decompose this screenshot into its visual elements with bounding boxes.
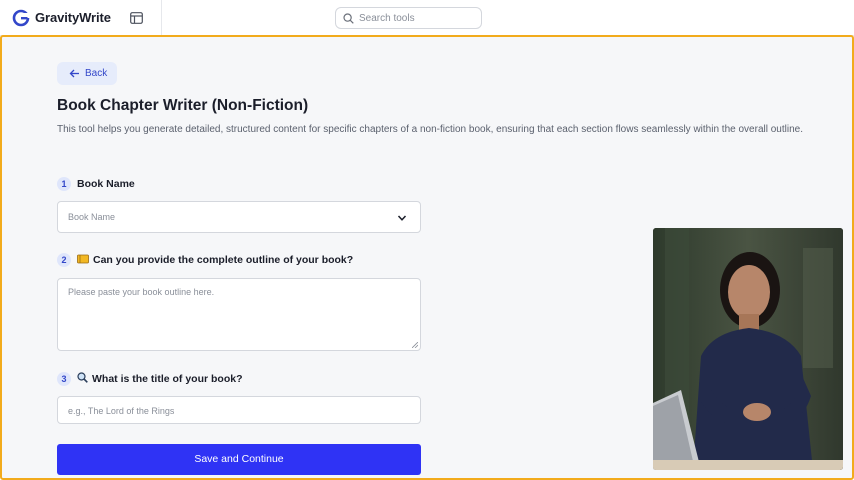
presenter-image <box>653 228 843 470</box>
app-name[interactable]: GravityWrite <box>35 10 111 25</box>
step-title: What is the title of your book? <box>92 373 243 385</box>
search-icon <box>343 13 354 24</box>
arrow-left-icon <box>69 69 79 78</box>
magnifier-icon <box>77 372 88 386</box>
outline-placeholder: Please paste your book outline here. <box>68 287 215 297</box>
search-box[interactable] <box>335 7 482 29</box>
chevron-down-icon[interactable] <box>397 213 407 223</box>
page-title: Book Chapter Writer (Non-Fiction) <box>57 97 309 114</box>
book-name-select[interactable]: Book Name <box>57 201 421 233</box>
presenter-webcam-video <box>653 228 843 470</box>
book-title-placeholder: e.g., The Lord of the Rings <box>68 406 175 416</box>
notebook-icon <box>77 254 89 267</box>
step-title: Can you provide the complete outline of … <box>93 254 354 266</box>
save-and-continue-button[interactable]: Save and Continue <box>57 444 421 475</box>
top-bar: GravityWrite <box>0 0 854 36</box>
step-number: 3 <box>57 372 71 386</box>
search-input[interactable] <box>359 10 477 26</box>
page-description: This tool helps you generate detailed, s… <box>57 124 803 135</box>
step-number: 1 <box>57 177 71 191</box>
step-1-label: 1 Book Name <box>57 177 135 191</box>
resize-handle-icon[interactable] <box>412 342 418 348</box>
panel-icon[interactable] <box>130 12 143 24</box>
gravitywrite-logo-icon[interactable] <box>12 9 30 27</box>
step-title: Book Name <box>77 178 135 190</box>
outline-textarea[interactable]: Please paste your book outline here. <box>57 278 421 351</box>
logo-block: GravityWrite <box>0 0 162 36</box>
step-number: 2 <box>57 253 71 267</box>
back-button[interactable]: Back <box>57 62 117 85</box>
step-3-label: 3 What is the title of your book? <box>57 372 243 386</box>
back-label: Back <box>85 68 108 79</box>
book-name-placeholder: Book Name <box>68 212 116 222</box>
book-title-input[interactable]: e.g., The Lord of the Rings <box>57 396 421 424</box>
step-2-label: 2 Can you provide the complete outline o… <box>57 253 353 267</box>
